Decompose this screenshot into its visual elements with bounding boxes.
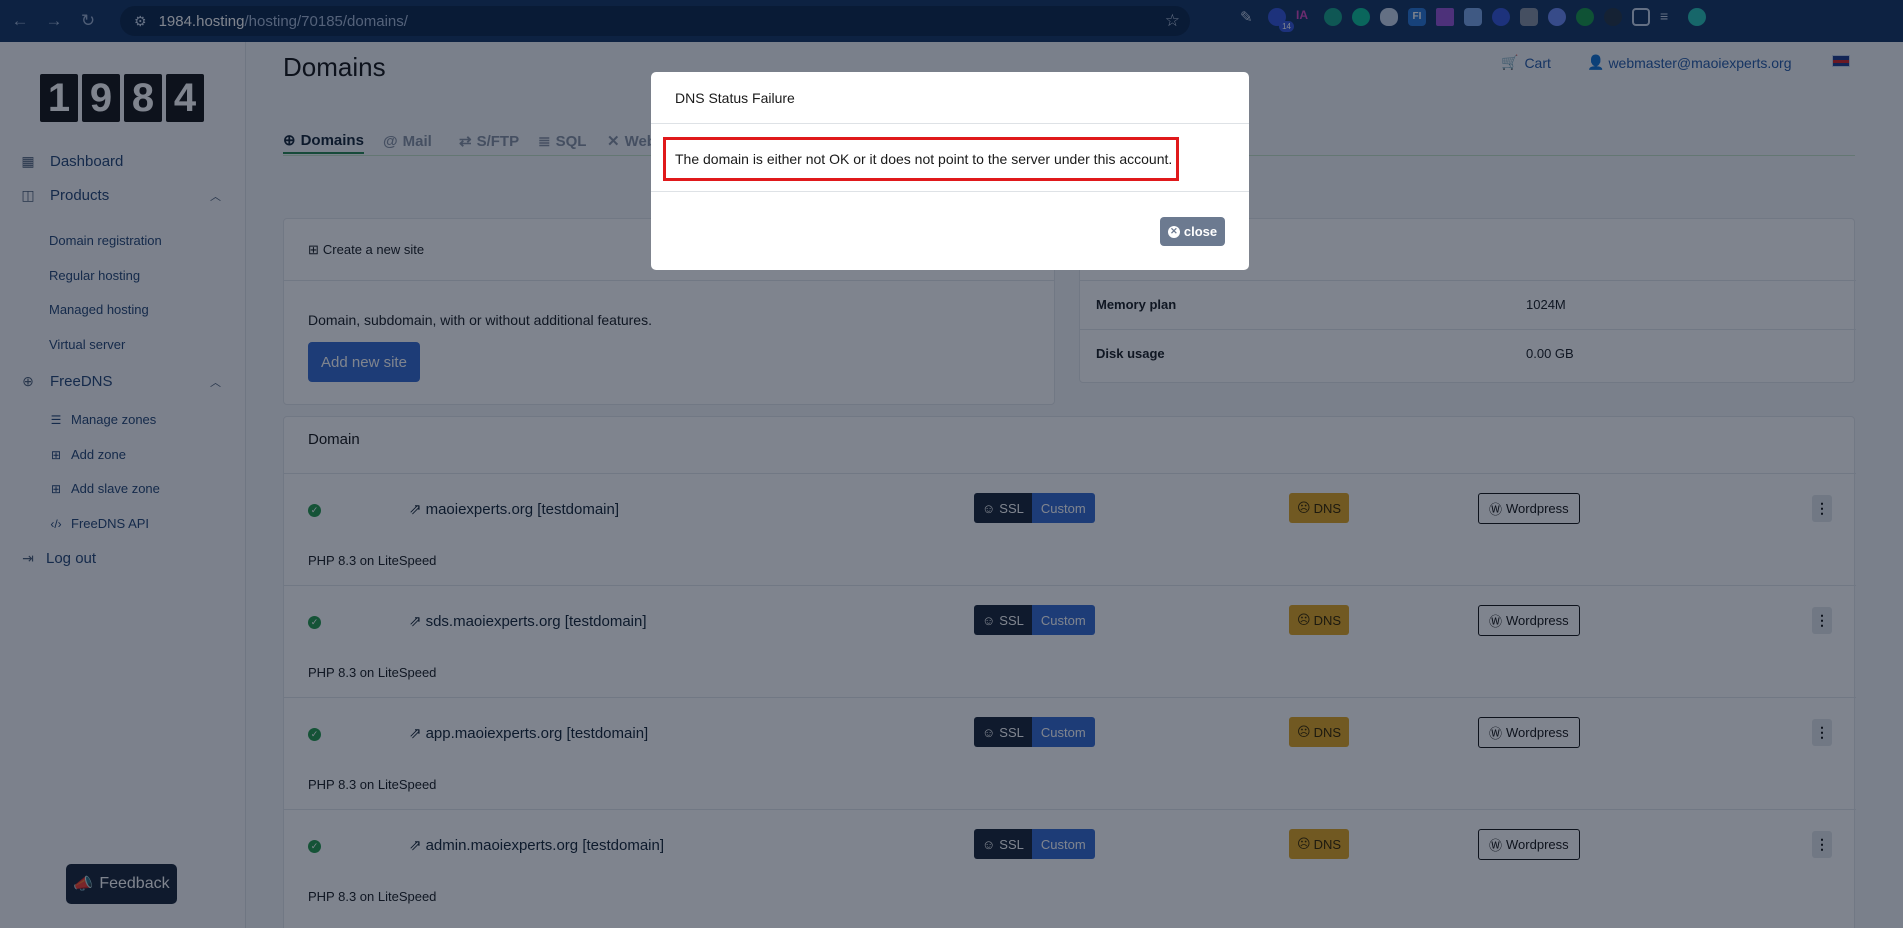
modal-divider xyxy=(651,191,1249,192)
modal-title: DNS Status Failure xyxy=(651,72,1249,124)
close-button[interactable]: ✕ close xyxy=(1160,217,1225,246)
modal-message: The domain is either not OK or it does n… xyxy=(663,137,1179,181)
dns-status-modal: DNS Status Failure The domain is either … xyxy=(651,72,1249,270)
close-label: close xyxy=(1183,224,1218,239)
close-icon: ✕ xyxy=(1167,225,1180,238)
